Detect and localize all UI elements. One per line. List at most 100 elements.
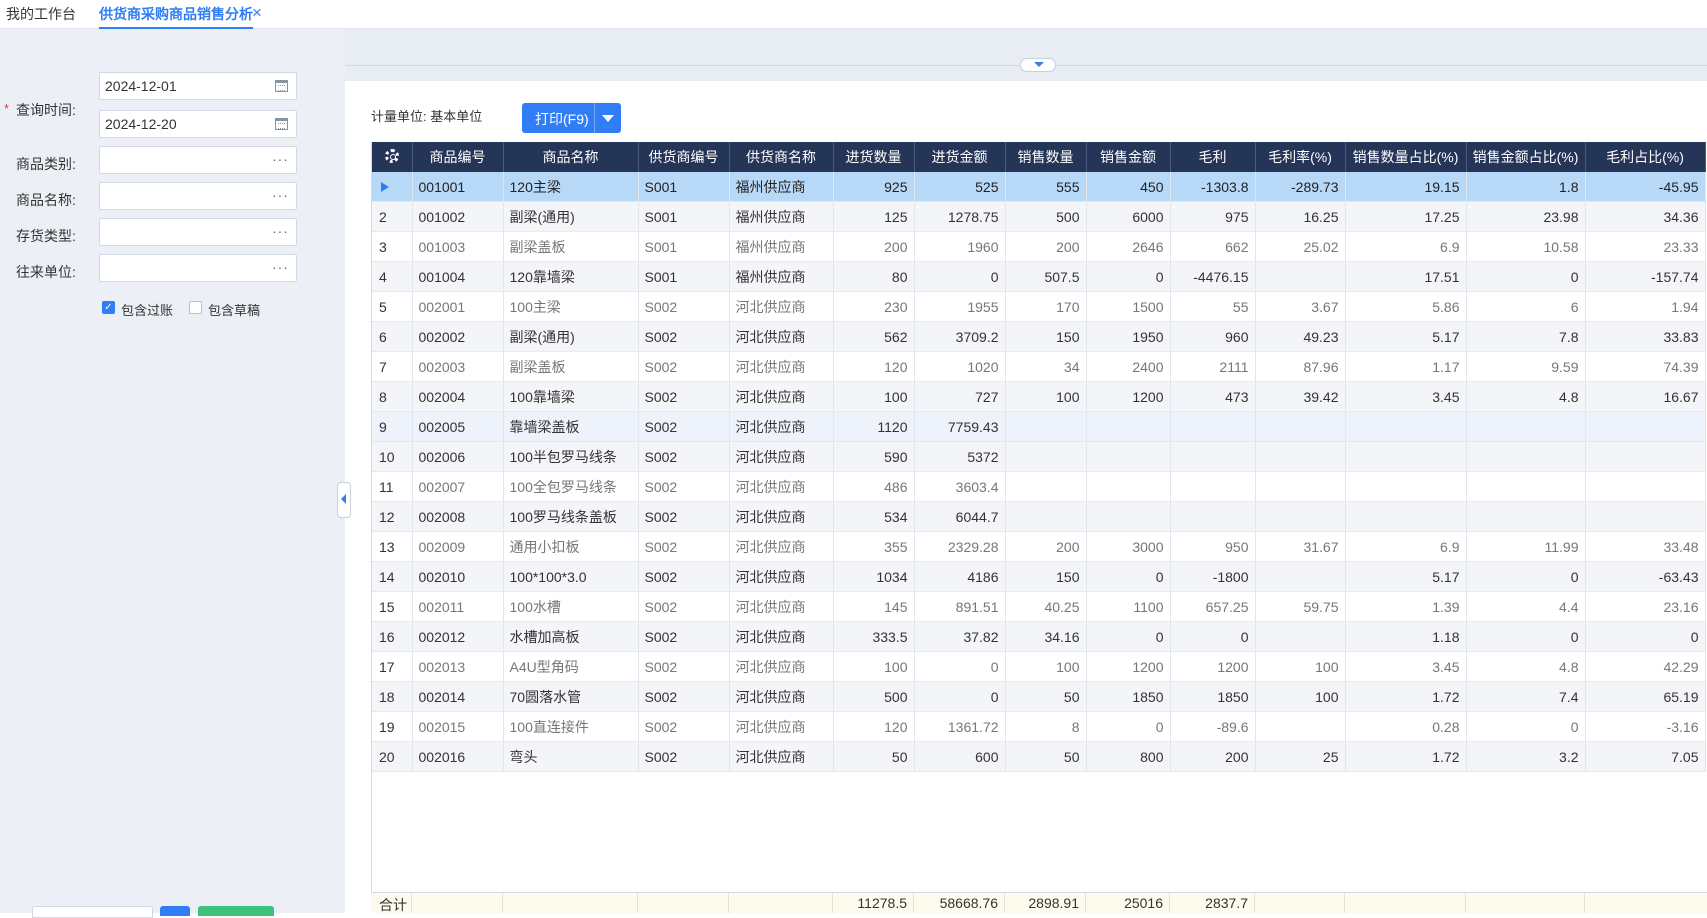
table-cell[interactable]: 25 <box>1255 741 1346 772</box>
column-header[interactable]: 销售数量占比(%) <box>1345 142 1467 172</box>
row-index[interactable]: 7 <box>372 351 413 382</box>
more-icon[interactable]: ··· <box>272 151 289 167</box>
table-cell[interactable]: 6000 <box>1086 201 1171 232</box>
table-cell[interactable]: 100*100*3.0 <box>503 561 639 592</box>
expand-query-toggle[interactable] <box>1020 58 1056 72</box>
table-row[interactable]: 18 002014 70圆落水管 S002 河北供应商 500 0 50 1850 1850 100… <box>372 681 1706 712</box>
table-row[interactable]: 16 002012 水槽加高板 S002 河北供应商 333.5 37.82 34.16 0 0 1… <box>372 621 1706 652</box>
table-cell[interactable]: 25.02 <box>1255 231 1346 262</box>
table-cell[interactable] <box>1005 441 1087 472</box>
table-cell[interactable]: 891.51 <box>914 591 1006 622</box>
table-row[interactable]: 15 002011 100水槽 S002 河北供应商 145 891.51 40.25 1100… <box>372 591 1706 622</box>
table-cell[interactable]: 100罗马线条盖板 <box>503 501 639 532</box>
row-index[interactable]: 18 <box>372 681 413 712</box>
table-row[interactable]: 6 002002 副梁(通用) S002 河北供应商 562 3709.2 150 1950 96… <box>372 321 1706 352</box>
table-cell[interactable]: 002007 <box>412 471 504 502</box>
table-cell[interactable]: 200 <box>833 231 915 262</box>
table-cell[interactable]: S002 <box>638 711 730 742</box>
table-cell[interactable]: 473 <box>1170 381 1256 412</box>
more-icon[interactable]: ··· <box>272 223 289 239</box>
table-cell[interactable]: 1850 <box>1086 681 1171 712</box>
table-cell[interactable] <box>1466 441 1586 472</box>
table-row[interactable]: 4 001004 120靠墙梁 S001 福州供应商 80 0 507.5 0 -4476.15 1… <box>372 261 1706 292</box>
table-row[interactable]: 14 002010 100*100*3.0 S002 河北供应商 1034 4186 150 0… <box>372 561 1706 592</box>
table-cell[interactable]: 100全包罗马线条 <box>503 471 639 502</box>
table-cell[interactable]: 副梁(通用) <box>503 201 639 232</box>
table-cell[interactable]: 1200 <box>1086 381 1171 412</box>
table-cell[interactable] <box>1086 441 1171 472</box>
table-cell[interactable]: 2329.28 <box>914 531 1006 562</box>
column-header[interactable]: 商品编号 <box>412 142 504 172</box>
table-cell[interactable]: S002 <box>638 441 730 472</box>
table-cell[interactable]: 002015 <box>412 711 504 742</box>
table-cell[interactable]: 7759.43 <box>914 411 1006 442</box>
table-cell[interactable] <box>1005 411 1087 442</box>
table-cell[interactable]: -1800 <box>1170 561 1256 592</box>
table-cell[interactable] <box>1585 411 1706 442</box>
table-cell[interactable]: 507.5 <box>1005 261 1087 292</box>
table-cell[interactable]: S002 <box>638 411 730 442</box>
table-cell[interactable]: S001 <box>638 261 730 292</box>
table-cell[interactable]: S002 <box>638 321 730 352</box>
table-cell[interactable]: 002012 <box>412 621 504 652</box>
table-cell[interactable]: 23.98 <box>1466 201 1586 232</box>
category-field[interactable]: ··· <box>99 146 297 174</box>
table-cell[interactable]: 33.83 <box>1585 321 1706 352</box>
table-cell[interactable]: 230 <box>833 291 915 322</box>
table-cell[interactable]: 1.72 <box>1345 741 1467 772</box>
table-cell[interactable]: 200 <box>1170 741 1256 772</box>
table-cell[interactable]: 1.18 <box>1345 621 1467 652</box>
table-cell[interactable]: 001002 <box>412 201 504 232</box>
table-cell[interactable]: 120 <box>833 351 915 382</box>
table-cell[interactable]: 7.4 <box>1466 681 1586 712</box>
table-cell[interactable]: 002003 <box>412 351 504 382</box>
table-cell[interactable]: 10.58 <box>1466 231 1586 262</box>
row-index[interactable]: 8 <box>372 381 413 412</box>
bottom-green-button-stub[interactable] <box>198 906 274 916</box>
column-header[interactable]: 销售数量 <box>1005 142 1087 172</box>
table-cell[interactable]: 6.9 <box>1345 531 1467 562</box>
table-cell[interactable]: 河北供应商 <box>729 411 834 442</box>
table-cell[interactable] <box>1466 471 1586 502</box>
table-cell[interactable]: 34 <box>1005 351 1087 382</box>
row-index[interactable]: 5 <box>372 291 413 322</box>
table-cell[interactable]: 0 <box>1466 261 1586 292</box>
table-row[interactable]: 7 002003 副梁盖板 S002 河北供应商 120 1020 34 2400 2111 87.… <box>372 351 1706 382</box>
table-cell[interactable]: 1500 <box>1086 291 1171 322</box>
table-cell[interactable]: 002011 <box>412 591 504 622</box>
table-cell[interactable]: 0 <box>1086 711 1171 742</box>
row-index[interactable]: 19 <box>372 711 413 742</box>
table-cell[interactable]: 100主梁 <box>503 291 639 322</box>
table-cell[interactable]: 4.8 <box>1466 651 1586 682</box>
table-cell[interactable] <box>1255 441 1346 472</box>
table-cell[interactable]: 通用小扣板 <box>503 531 639 562</box>
table-cell[interactable]: -63.43 <box>1585 561 1706 592</box>
table-row[interactable]: 19 002015 100直连接件 S002 河北供应商 120 1361.72 8 0 -89.… <box>372 711 1706 742</box>
table-cell[interactable] <box>1086 411 1171 442</box>
table-cell[interactable]: 23.16 <box>1585 591 1706 622</box>
table-cell[interactable]: S002 <box>638 291 730 322</box>
row-index[interactable]: 16 <box>372 621 413 652</box>
table-cell[interactable] <box>1585 441 1706 472</box>
table-cell[interactable]: 002016 <box>412 741 504 772</box>
table-row[interactable]: 10 002006 100半包罗马线条 S002 河北供应商 590 5372 <box>372 441 1706 472</box>
table-cell[interactable]: 福州供应商 <box>729 172 834 202</box>
column-header[interactable]: 供货商名称 <box>729 142 834 172</box>
table-cell[interactable]: 40.25 <box>1005 591 1087 622</box>
table-cell[interactable]: 河北供应商 <box>729 651 834 682</box>
table-cell[interactable]: 1034 <box>833 561 915 592</box>
table-cell[interactable]: S002 <box>638 681 730 712</box>
table-cell[interactable]: -1303.8 <box>1170 172 1256 202</box>
table-cell[interactable]: 002008 <box>412 501 504 532</box>
more-icon[interactable]: ··· <box>272 187 289 203</box>
table-cell[interactable]: 002010 <box>412 561 504 592</box>
table-cell[interactable]: 800 <box>1086 741 1171 772</box>
column-settings-button[interactable] <box>372 142 413 172</box>
table-cell[interactable]: 河北供应商 <box>729 681 834 712</box>
table-cell[interactable]: S002 <box>638 591 730 622</box>
column-header[interactable]: 毛利率(%) <box>1255 142 1346 172</box>
table-cell[interactable]: 0 <box>1086 261 1171 292</box>
table-cell[interactable]: 534 <box>833 501 915 532</box>
column-header[interactable]: 进货数量 <box>833 142 915 172</box>
table-cell[interactable]: 562 <box>833 321 915 352</box>
